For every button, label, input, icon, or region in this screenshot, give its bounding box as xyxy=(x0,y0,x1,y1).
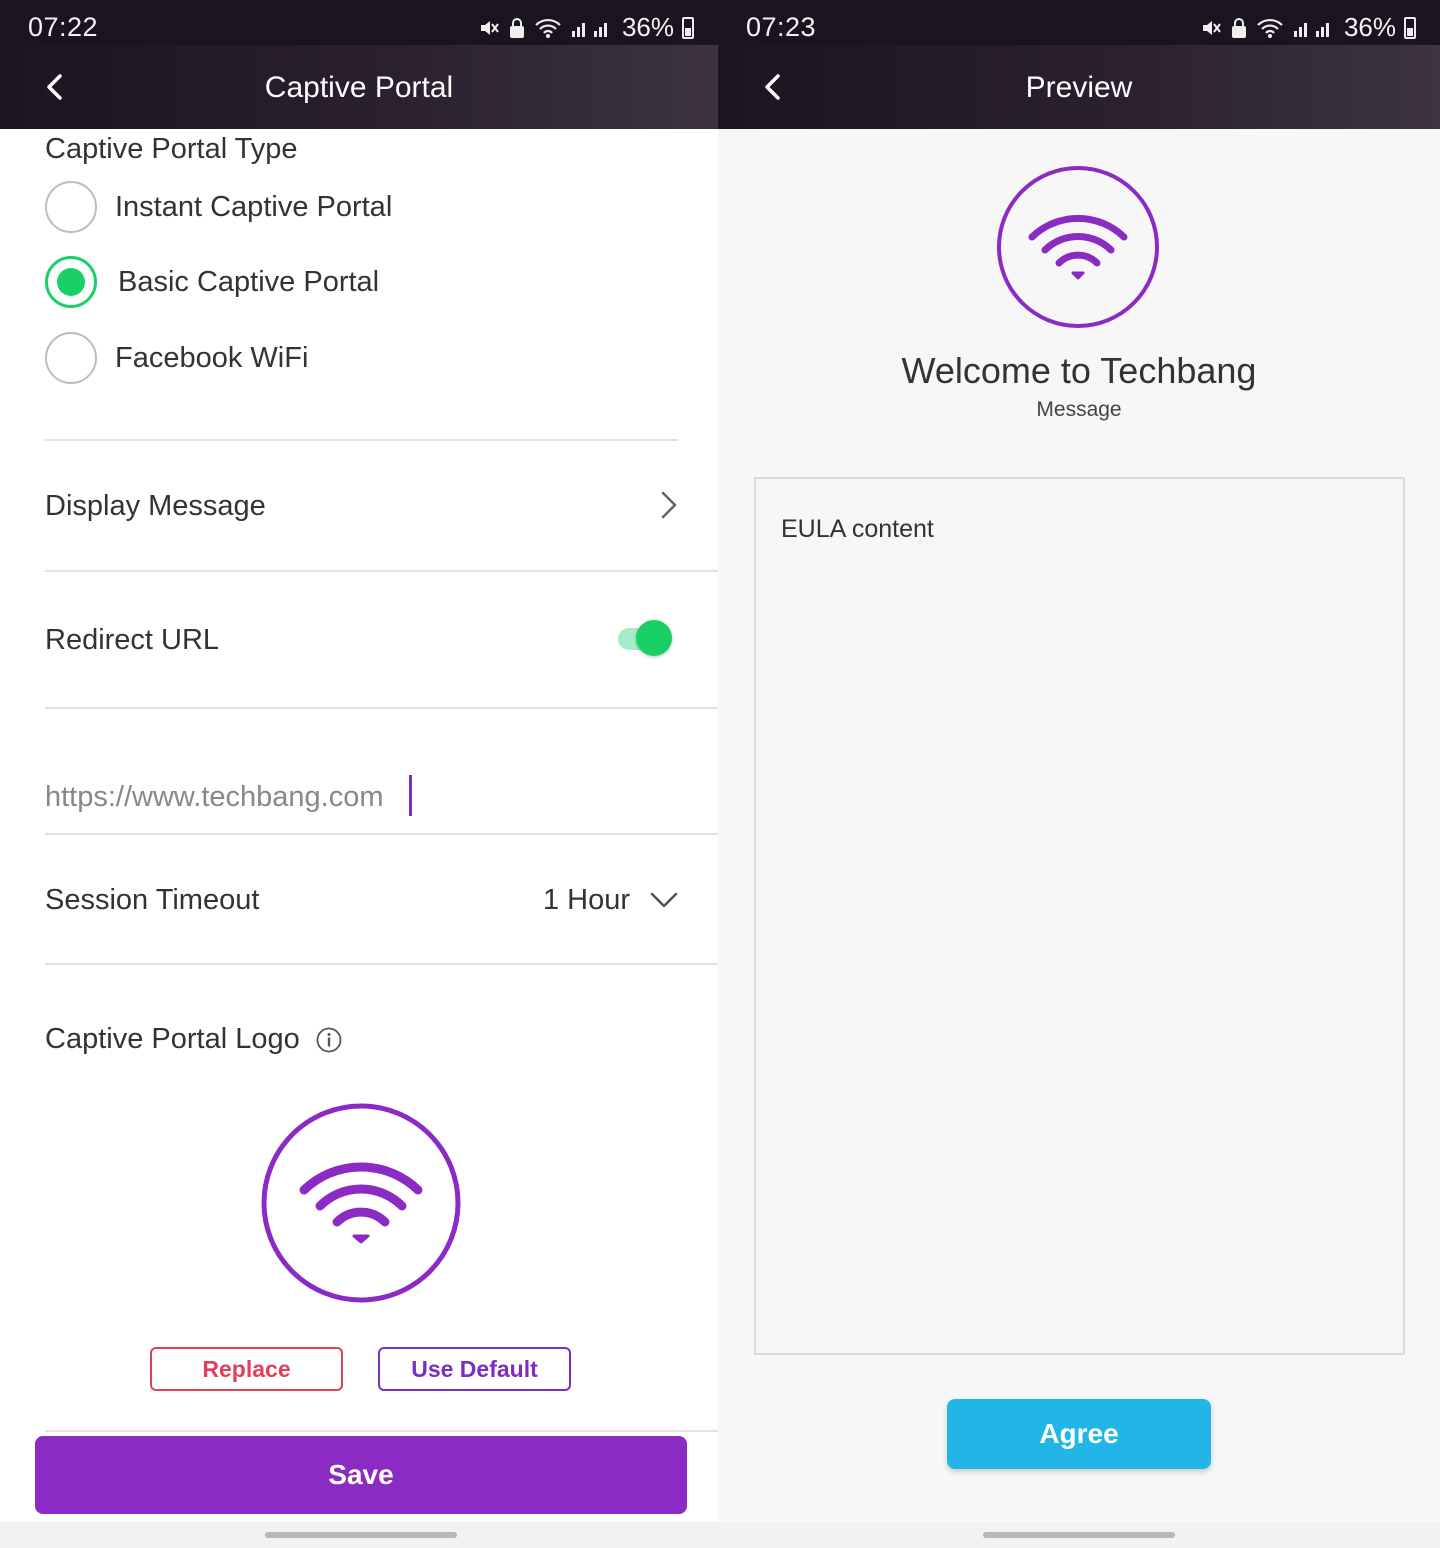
captive-portal-screen: 07:22 36% Captive Portal Captive Portal … xyxy=(0,0,718,1548)
divider xyxy=(45,570,718,572)
radio-label: Basic Captive Portal xyxy=(118,265,380,298)
signal-icon xyxy=(571,22,607,37)
welcome-heading: Welcome to Techbang xyxy=(901,350,1257,391)
redirect-url-input[interactable] xyxy=(45,775,685,819)
home-handle[interactable] xyxy=(983,1532,1175,1538)
app-bar: Preview xyxy=(718,45,1440,129)
eula-content: EULA content xyxy=(781,515,934,543)
home-handle[interactable] xyxy=(265,1532,457,1538)
signal-icon xyxy=(1293,22,1329,37)
session-timeout-label: Session Timeout xyxy=(45,884,260,916)
toggle-knob xyxy=(636,620,672,656)
wifi-status-icon xyxy=(535,18,561,38)
wifi-logo-icon xyxy=(261,1103,461,1303)
page-title: Preview xyxy=(1025,71,1133,104)
battery-icon xyxy=(1404,16,1416,39)
welcome-message: Message xyxy=(1036,398,1122,421)
radio-button[interactable] xyxy=(45,181,97,233)
radio-button[interactable] xyxy=(45,332,97,384)
divider xyxy=(45,833,718,835)
replace-button[interactable]: Replace xyxy=(150,1347,343,1391)
status-bar: 07:23 36% xyxy=(718,0,1440,45)
status-icons: 36% xyxy=(478,12,694,43)
mute-icon xyxy=(480,20,499,35)
divider xyxy=(45,1430,718,1432)
battery-icon xyxy=(682,16,694,39)
divider xyxy=(45,707,718,709)
app-bar: Captive Portal xyxy=(0,45,718,129)
eula-box[interactable]: EULA content xyxy=(754,477,1405,1355)
agree-button[interactable]: Agree xyxy=(947,1399,1211,1469)
text-cursor xyxy=(409,775,412,816)
session-timeout-select[interactable]: 1 Hour xyxy=(543,884,630,917)
page-title: Captive Portal xyxy=(264,71,454,104)
radio-button-selected[interactable] xyxy=(45,256,97,308)
navigation-bar xyxy=(718,1522,1440,1548)
portal-type-heading: Captive Portal Type xyxy=(45,133,298,165)
battery-percent: 36% xyxy=(1343,12,1396,42)
redirect-url-toggle[interactable] xyxy=(616,619,676,659)
chevron-right-icon[interactable] xyxy=(655,490,683,520)
save-button[interactable]: Save xyxy=(35,1436,687,1514)
logo-section-label: Captive Portal Logo xyxy=(45,1023,300,1055)
lock-icon xyxy=(1231,17,1246,38)
navigation-bar xyxy=(0,1522,718,1548)
info-icon[interactable] xyxy=(316,1027,342,1053)
status-icons: 36% xyxy=(1200,12,1416,43)
divider xyxy=(45,439,678,441)
status-time: 07:22 xyxy=(28,12,99,42)
radio-label: Instant Captive Portal xyxy=(115,190,393,223)
status-bar: 07:22 36% xyxy=(0,0,718,45)
use-default-button[interactable]: Use Default xyxy=(378,1347,571,1391)
display-message-row[interactable]: Display Message xyxy=(45,490,266,523)
preview-screen: 07:23 36% Preview Welcome to Techbang Me… xyxy=(718,0,1440,1548)
radio-label: Facebook WiFi xyxy=(115,341,309,374)
divider xyxy=(45,963,718,965)
lock-icon xyxy=(509,17,524,38)
status-time: 07:23 xyxy=(746,12,817,42)
radio-basic-captive-portal[interactable]: Basic Captive Portal xyxy=(45,256,379,308)
redirect-url-label: Redirect URL xyxy=(45,624,220,656)
wifi-status-icon xyxy=(1257,18,1283,38)
battery-percent: 36% xyxy=(621,12,674,42)
wifi-logo-icon xyxy=(997,166,1159,328)
radio-instant-captive-portal[interactable]: Instant Captive Portal xyxy=(45,181,392,233)
mute-icon xyxy=(1202,20,1221,35)
chevron-down-icon[interactable] xyxy=(648,888,680,912)
radio-facebook-wifi[interactable]: Facebook WiFi xyxy=(45,332,308,384)
